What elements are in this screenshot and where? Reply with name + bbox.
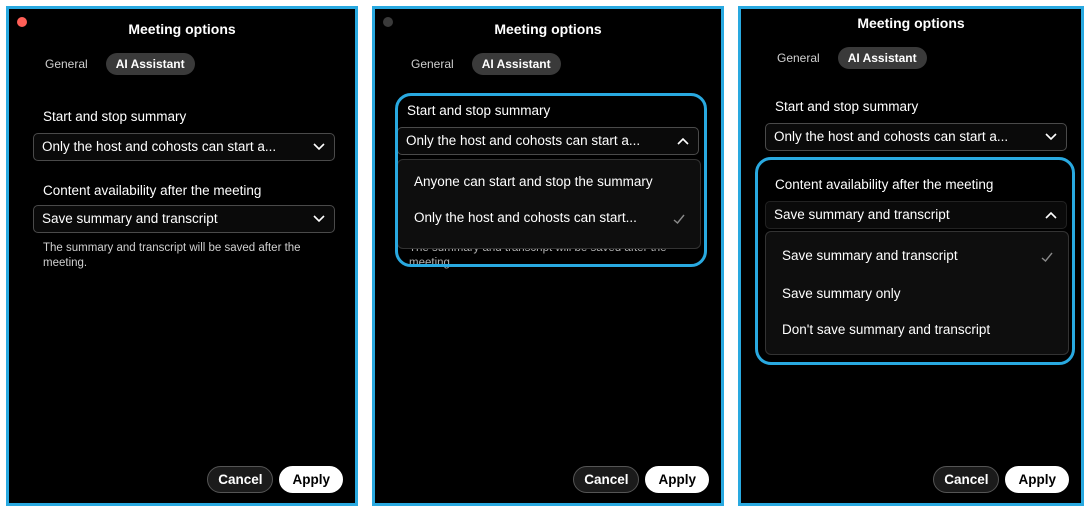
summary-label: Start and stop summary — [775, 99, 919, 114]
chevron-up-icon — [1044, 202, 1058, 228]
summary-select-value: Only the host and cohosts can start a... — [42, 139, 277, 154]
content-dropdown-menu: Save summary and transcript Save summary… — [765, 231, 1069, 355]
chevron-down-icon — [312, 134, 326, 160]
chevron-down-icon — [312, 206, 326, 232]
window-title: Meeting options — [857, 15, 965, 31]
summary-select-value: Only the host and cohosts can start a... — [406, 133, 641, 148]
tab-ai-assistant[interactable]: AI Assistant — [837, 47, 927, 69]
summary-select-value: Only the host and cohosts can start a... — [774, 129, 1009, 144]
cancel-button[interactable]: Cancel — [933, 466, 1000, 493]
content-select-value: Save summary and transcript — [774, 207, 950, 222]
tab-bar: General AI Assistant — [401, 53, 569, 75]
tab-bar: General AI Assistant — [35, 53, 203, 75]
tab-ai-assistant[interactable]: AI Assistant — [471, 53, 561, 75]
window-title: Meeting options — [128, 21, 236, 37]
chevron-up-icon — [676, 128, 690, 154]
dialog-footer: Cancel Apply — [573, 466, 709, 493]
summary-select[interactable]: Only the host and cohosts can start a... — [33, 133, 335, 161]
tab-general[interactable]: General — [35, 53, 98, 75]
summary-option-host[interactable]: Only the host and cohosts can start... — [414, 210, 637, 225]
content-label: Content availability after the meeting — [775, 177, 994, 192]
chevron-down-icon — [1044, 124, 1058, 150]
meeting-options-window-summary-open: Meeting options General AI Assistant The… — [372, 6, 724, 506]
summary-option-anyone[interactable]: Anyone can start and stop the summary — [414, 174, 653, 189]
content-select-value: Save summary and transcript — [42, 211, 218, 226]
cancel-button[interactable]: Cancel — [573, 466, 640, 493]
summary-label: Start and stop summary — [43, 109, 187, 124]
checkmark-icon — [1040, 250, 1054, 264]
meeting-options-window-default: Meeting options General AI Assistant Sta… — [6, 6, 358, 506]
content-select[interactable]: Save summary and transcript — [33, 205, 335, 233]
tab-general[interactable]: General — [767, 47, 830, 69]
dialog-footer: Cancel Apply — [933, 466, 1069, 493]
tab-ai-assistant[interactable]: AI Assistant — [105, 53, 195, 75]
cancel-button[interactable]: Cancel — [207, 466, 274, 493]
apply-button[interactable]: Apply — [645, 466, 709, 493]
meeting-options-window-content-open: Meeting options General AI Assistant Sta… — [738, 6, 1084, 506]
content-option-dont-save[interactable]: Don't save summary and transcript — [782, 322, 990, 337]
summary-select[interactable]: Only the host and cohosts can start a... — [765, 123, 1067, 151]
content-option-save-both[interactable]: Save summary and transcript — [782, 248, 958, 263]
dialog-footer: Cancel Apply — [207, 466, 343, 493]
content-select[interactable]: Save summary and transcript — [765, 201, 1067, 229]
checkmark-icon — [672, 212, 686, 226]
help-text: The summary and transcript will be saved… — [43, 242, 301, 269]
tab-general[interactable]: General — [401, 53, 464, 75]
content-label: Content availability after the meeting — [43, 183, 262, 198]
apply-button[interactable]: Apply — [279, 466, 343, 493]
summary-select[interactable]: Only the host and cohosts can start a... — [397, 127, 699, 155]
tab-bar: General AI Assistant — [767, 47, 935, 69]
apply-button[interactable]: Apply — [1005, 466, 1069, 493]
window-title: Meeting options — [494, 21, 602, 37]
content-option-summary-only[interactable]: Save summary only — [782, 286, 901, 301]
summary-dropdown-menu: Anyone can start and stop the summary On… — [397, 159, 701, 249]
summary-label: Start and stop summary — [407, 103, 551, 118]
